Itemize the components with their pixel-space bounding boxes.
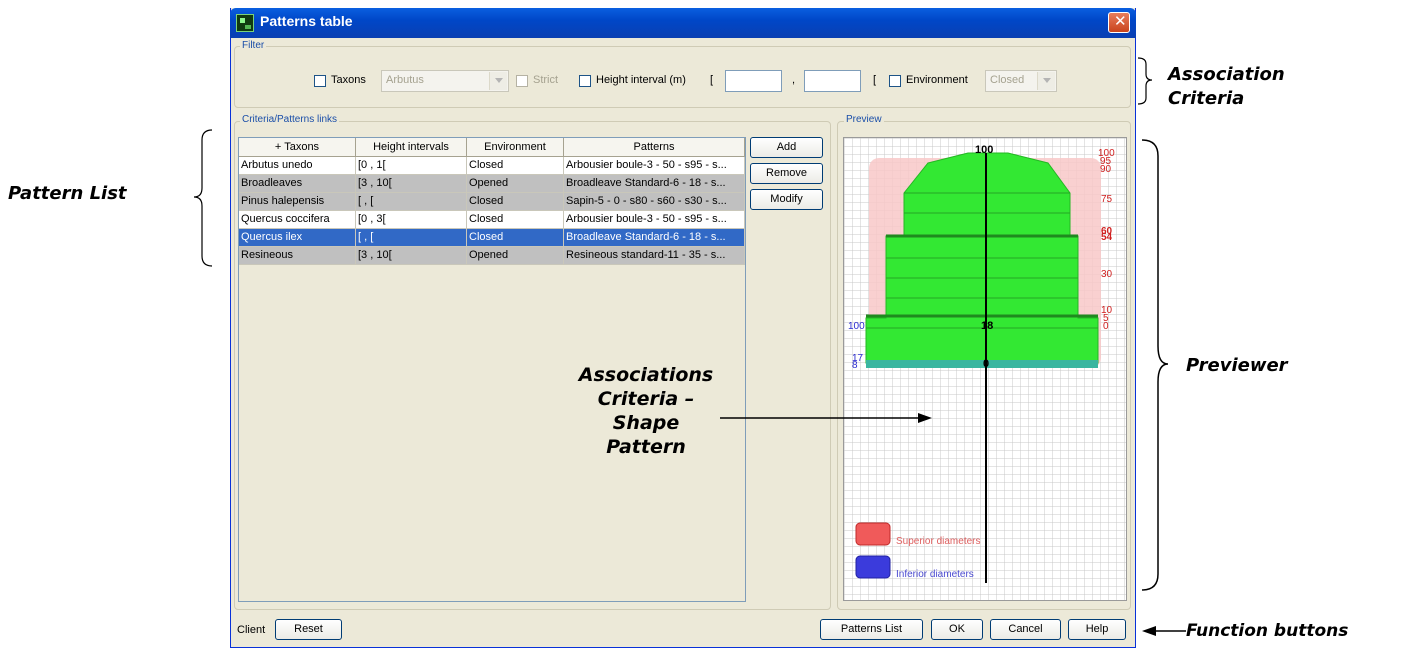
annotation-shape-pattern: Shape bbox=[612, 412, 680, 434]
annotation-shape-pattern: Associations bbox=[578, 364, 714, 386]
annotation-shape-pattern: Pattern bbox=[606, 436, 686, 458]
annotation-shape-pattern: Criteria – bbox=[597, 388, 695, 410]
annotation-pattern-list: Pattern List bbox=[8, 183, 127, 204]
annotation-association-criteria: Association bbox=[1168, 64, 1285, 85]
annotation-function-buttons: Function buttons bbox=[1186, 621, 1349, 641]
annotation-association-criteria: Criteria bbox=[1168, 88, 1245, 109]
annotation-previewer: Previewer bbox=[1186, 355, 1288, 376]
